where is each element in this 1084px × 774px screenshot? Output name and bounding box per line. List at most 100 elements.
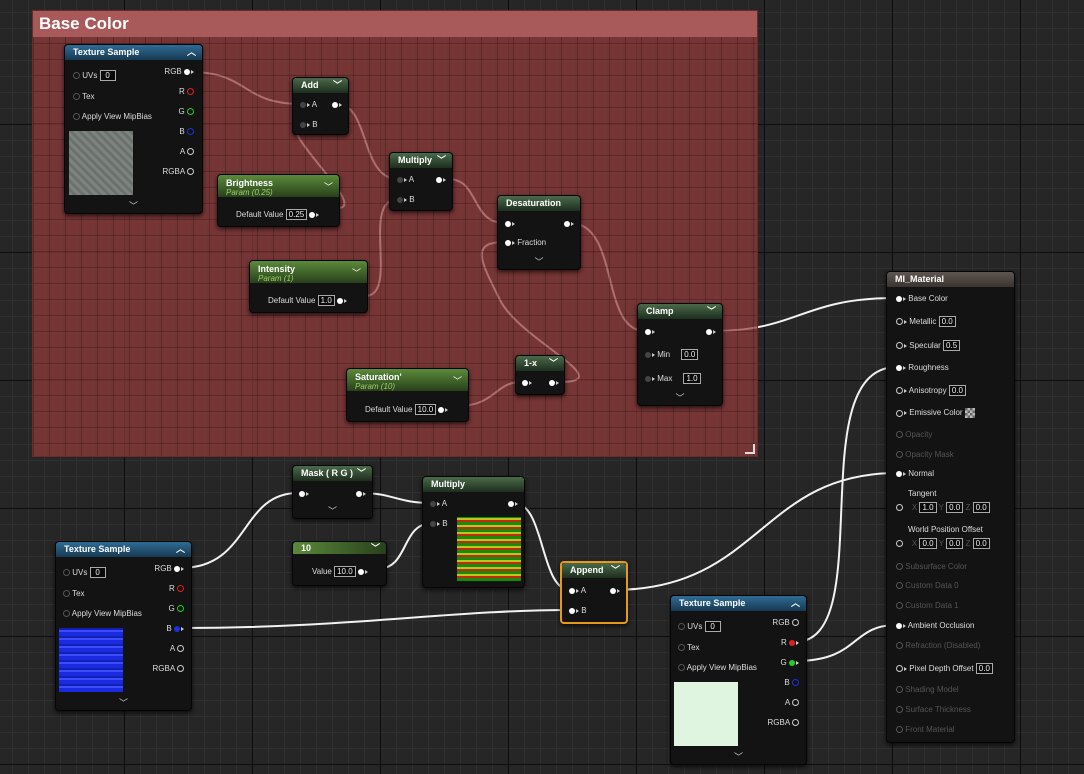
tangent-pin[interactable] [896, 504, 903, 512]
default-value-field[interactable]: 10.0 [414, 404, 437, 415]
output-pin[interactable] [438, 406, 445, 413]
rgb-output-pin[interactable] [792, 619, 799, 627]
desaturation-node[interactable]: Desaturation Fraction ﹀ [497, 195, 581, 270]
node-header[interactable]: Clamp ﹀ [638, 304, 722, 319]
node-header[interactable]: Mask ( R G ) ﹀ [293, 466, 372, 481]
anisotropy-pin[interactable] [896, 387, 903, 395]
r-output-pin[interactable] [789, 639, 795, 646]
metallic-value[interactable]: 0.0 [938, 316, 956, 327]
b-input-pin[interactable] [569, 607, 575, 614]
output-pin[interactable] [706, 328, 712, 335]
node-header[interactable]: Intensity Param (1) ﹀ [250, 261, 367, 283]
input-pin[interactable] [522, 379, 528, 386]
rgba-output-pin[interactable] [187, 168, 194, 176]
g-output-pin[interactable] [187, 108, 194, 116]
mask-rg-node[interactable]: Mask ( R G ) ﹀ ﹀ [292, 465, 373, 519]
saturation-param-node[interactable]: Saturation' Param (10) ﹀ Default Value 1… [346, 368, 469, 422]
chevron-up-icon[interactable]: ︿ [187, 45, 196, 60]
texture-sample-node-2[interactable]: Texture Sample ︿ UVs 0 Tex Apply View Mip… [55, 541, 192, 711]
rgba-output-pin[interactable] [792, 719, 799, 727]
node-header[interactable]: Texture Sample ︿ [56, 542, 191, 557]
value-field[interactable]: 10.0 [334, 566, 356, 577]
a-output-pin[interactable] [792, 699, 799, 707]
comment-title[interactable]: Base Color [33, 11, 757, 37]
a-input-pin[interactable] [397, 176, 403, 183]
clamp-node[interactable]: Clamp ﹀ Min 0.0 Max 1.0 ﹀ [637, 303, 723, 406]
tex-input-pin[interactable] [73, 93, 80, 101]
node-header[interactable]: Saturation' Param (10) ﹀ [347, 369, 468, 391]
rgb-output-pin[interactable] [174, 565, 180, 572]
min-value-field[interactable]: 0.0 [681, 349, 699, 360]
tangent-z[interactable]: 0.0 [972, 502, 990, 513]
ambient-occlusion-pin[interactable] [896, 622, 902, 629]
tex-input-pin[interactable] [63, 590, 70, 598]
fraction-input-pin[interactable] [505, 239, 511, 246]
rgb-output-pin[interactable] [184, 68, 190, 75]
chevron-up-icon[interactable]: ︿ [176, 542, 185, 557]
chevron-down-icon[interactable]: ﹀ [611, 563, 620, 578]
default-value-field[interactable]: 0.25 [285, 209, 308, 220]
wpo-x[interactable]: 0.0 [919, 538, 937, 549]
multiply-node-2[interactable]: Multiply A B [422, 476, 525, 588]
min-input-pin[interactable] [645, 351, 651, 358]
pixel-depth-offset-pin[interactable] [896, 665, 903, 673]
b-input-pin[interactable] [300, 121, 306, 128]
tex-input-pin[interactable] [678, 644, 685, 652]
brightness-param-node[interactable]: Brightness Param (0.25) ﹀ Default Value … [217, 174, 340, 227]
node-header[interactable]: Texture Sample ︿ [65, 45, 202, 60]
b-output-pin[interactable] [174, 625, 180, 632]
anisotropy-value[interactable]: 0.0 [948, 385, 966, 396]
metallic-pin[interactable] [896, 318, 903, 326]
node-header[interactable]: 10 ﹀ [293, 542, 386, 554]
node-header[interactable]: Add ﹀ [293, 78, 348, 93]
r-output-pin[interactable] [187, 88, 194, 96]
chevron-down-icon[interactable]: ﹀ [707, 304, 716, 319]
output-pin[interactable] [508, 500, 514, 507]
comment-resize-handle[interactable] [745, 444, 755, 454]
output-pin[interactable] [356, 490, 362, 497]
b-output-pin[interactable] [187, 128, 194, 136]
texture-sample-node-1[interactable]: Texture Sample ︿ UVs 0 Tex Apply View Mip… [64, 44, 203, 214]
max-value-field[interactable]: 1.0 [683, 373, 701, 384]
a-output-pin[interactable] [187, 148, 194, 156]
output-pin[interactable] [357, 568, 364, 575]
chevron-down-icon[interactable]: ﹀ [437, 153, 446, 168]
pixel-depth-offset-value[interactable]: 0.0 [975, 663, 993, 674]
material-output-node[interactable]: MI_Material Base Color Metallic 0.0 Spec… [886, 271, 1015, 743]
chevron-down-icon[interactable]: ﹀ [56, 696, 191, 709]
chevron-down-icon[interactable]: ﹀ [498, 255, 580, 268]
chevron-down-icon[interactable]: ﹀ [371, 542, 380, 554]
node-header[interactable]: Multiply ﹀ [390, 153, 452, 168]
base-color-pin[interactable] [896, 295, 902, 302]
append-node[interactable]: Append ﹀ A B [560, 561, 628, 624]
chevron-up-icon[interactable]: ︿ [791, 596, 800, 611]
a-input-pin[interactable] [569, 587, 575, 594]
uvs-input-pin[interactable] [678, 623, 685, 631]
g-output-pin[interactable] [789, 659, 795, 666]
texture-sample-node-3[interactable]: Texture Sample ︿ UVs 0 Tex Apply View Mip… [670, 595, 807, 765]
normal-pin[interactable] [896, 470, 902, 477]
add-node[interactable]: Add ﹀ A B [292, 77, 349, 135]
chevron-down-icon[interactable]: ﹀ [324, 180, 333, 193]
roughness-pin[interactable] [896, 364, 902, 371]
a-input-pin[interactable] [300, 101, 306, 108]
node-header[interactable]: Desaturation [498, 196, 580, 211]
b-input-pin[interactable] [397, 196, 403, 203]
g-output-pin[interactable] [177, 605, 184, 613]
specular-value[interactable]: 0.5 [943, 340, 961, 351]
a-input-pin[interactable] [430, 500, 436, 507]
node-header[interactable]: Texture Sample ︿ [671, 596, 806, 611]
rgba-output-pin[interactable] [177, 665, 184, 673]
default-value-field[interactable]: 1.0 [317, 295, 335, 306]
uvs-input-pin[interactable] [73, 72, 80, 80]
uvs-value[interactable]: 0 [704, 621, 721, 632]
specular-pin[interactable] [896, 342, 903, 350]
output-pin[interactable] [436, 176, 442, 183]
wpo-z[interactable]: 0.0 [972, 538, 990, 549]
multiply-node-1[interactable]: Multiply ﹀ A B [389, 152, 453, 211]
uvs-value[interactable]: 0 [99, 70, 116, 81]
chevron-down-icon[interactable]: ﹀ [638, 391, 722, 404]
output-pin[interactable] [610, 587, 616, 594]
emissive-pin[interactable] [896, 409, 903, 417]
tangent-y[interactable]: 0.0 [946, 502, 964, 513]
